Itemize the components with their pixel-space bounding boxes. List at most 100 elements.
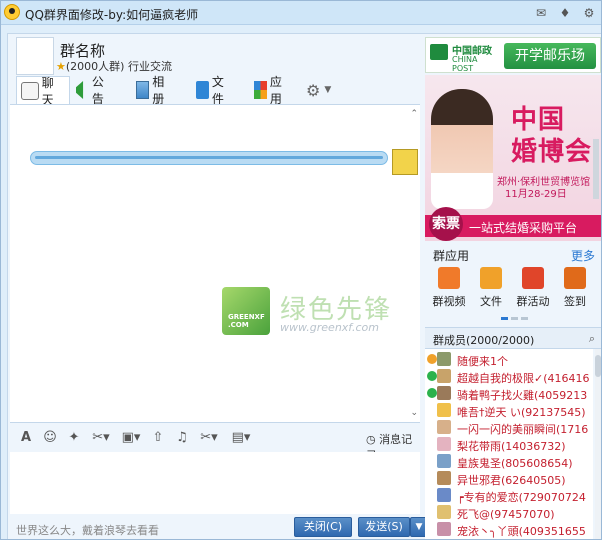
scroll-thumb[interactable] xyxy=(595,355,601,377)
list-item[interactable]: 一闪一闪的美丽瞬间(1716 xyxy=(425,419,593,436)
message-input[interactable] xyxy=(10,452,420,514)
app-label: 签到 xyxy=(564,295,586,308)
video-icon xyxy=(438,267,460,289)
app-label: 群视频 xyxy=(432,295,466,308)
list-item[interactable]: 皇族鬼圣(805608654) xyxy=(425,453,593,470)
list-item[interactable]: 异世邪君(62640505) xyxy=(425,470,593,487)
magic-icon[interactable]: ✦ xyxy=(66,430,82,446)
message-bubble xyxy=(30,151,388,165)
message-area[interactable]: ⌃ GREENXF .COM 绿色先锋 www.greenxf.com ⌄ xyxy=(10,104,420,422)
star-icon: ★ xyxy=(56,60,66,73)
skin-icon[interactable]: ♦ xyxy=(557,5,573,21)
emoji-icon[interactable]: ☺ xyxy=(42,430,58,446)
app-checkin[interactable]: 签到 xyxy=(555,267,595,309)
expo-date: 11月28-29日 xyxy=(505,189,567,200)
member-name: 梨花带雨(14036732) xyxy=(457,440,566,453)
file-icon xyxy=(480,267,502,289)
group-avatar[interactable] xyxy=(16,37,54,75)
group-apps: 群应用 更多 群视频 文件 群活动 签到 xyxy=(425,241,601,325)
list-item[interactable]: 骑着鸭子找火雞(4059213 xyxy=(425,385,593,402)
screenshot-icon[interactable]: ✂▾ xyxy=(88,430,114,446)
tab-chat[interactable]: 聊天 xyxy=(16,76,70,107)
app-file[interactable]: 文件 xyxy=(471,267,511,309)
avatar xyxy=(437,352,451,366)
close-chat-button[interactable]: 关闭(C) xyxy=(294,517,352,537)
tab-label: 相册 xyxy=(152,75,165,106)
title-bar: QQ群界面修改-by:如何逼疯老师 ✉ ♦ ⚙ xyxy=(1,1,601,25)
avatar xyxy=(437,386,451,400)
folder-icon xyxy=(196,81,209,99)
more-tools-icon[interactable]: ▤▾ xyxy=(228,430,254,446)
tab-label: 文件 xyxy=(211,75,224,106)
input-toolbar: A ☺ ✦ ✂▾ ▣▾ ⇧ ♫ ✂▾ ▤▾ ◷ 消息记录 ▼ xyxy=(10,422,420,462)
post-ad-button[interactable]: 开学邮乐场 xyxy=(504,43,596,69)
send-button[interactable]: 发送(S) xyxy=(358,517,410,537)
china-post-ad[interactable]: 中国邮政 CHINA POST 开学邮乐场 xyxy=(425,37,601,73)
list-item[interactable]: 死飞@(97457070) xyxy=(425,504,593,521)
music-icon[interactable]: ♫ xyxy=(174,430,190,446)
owner-icon xyxy=(427,354,437,364)
tab-label: 聊天 xyxy=(41,75,54,107)
scroll-up-icon[interactable]: ⌃ xyxy=(410,109,418,119)
group-subtitle: ★(2000人群) 行业交流 xyxy=(56,58,172,74)
ad-scrollbar[interactable] xyxy=(593,139,599,199)
tab-album[interactable]: 相册 xyxy=(136,75,169,106)
sender-avatar[interactable] xyxy=(392,149,418,175)
expo-title-2: 婚博会 xyxy=(511,137,593,167)
clock-icon: ◷ xyxy=(366,433,376,446)
app-video[interactable]: 群视频 xyxy=(429,267,469,309)
list-item[interactable]: 梨花带雨(14036732) xyxy=(425,436,593,453)
ad-model-image xyxy=(431,89,493,209)
member-list: 随便来1个 超越自我的极限✓(416416 骑着鸭子找火雞(4059213 唯吾… xyxy=(425,349,593,539)
avatar xyxy=(437,420,451,434)
list-item[interactable]: 随便来1个 xyxy=(425,351,593,368)
chat-window: QQ群界面修改-by:如何逼疯老师 ✉ ♦ ⚙ 群名称 ★(2000人群) 行业… xyxy=(0,0,602,540)
avatar xyxy=(437,488,451,502)
list-item[interactable]: ┍专有的爱恋(729070724 xyxy=(425,487,593,504)
wedding-expo-ad[interactable]: 中国 婚博会 郑州·保利世贸博览馆 11月28-29日 索票 一站式结婚采购平台 xyxy=(425,75,601,241)
avatar xyxy=(437,454,451,468)
checkin-icon xyxy=(564,267,586,289)
app-activity[interactable]: 群活动 xyxy=(513,267,553,309)
apps-icon xyxy=(254,81,267,99)
list-item[interactable]: 超越自我的极限✓(416416 xyxy=(425,368,593,385)
list-item[interactable]: 宠㳖丶╮丫頭(409351655 xyxy=(425,521,593,538)
member-name: 皇族鬼圣(805608654) xyxy=(457,457,573,470)
upload-icon[interactable]: ⇧ xyxy=(150,430,166,446)
scroll-down-icon[interactable]: ⌄ xyxy=(410,408,418,418)
member-name: 异世邪君(62640505) xyxy=(457,474,566,487)
settings-icon[interactable]: ⚙ xyxy=(581,5,597,21)
image-icon[interactable]: ▣▾ xyxy=(118,430,144,446)
apps-pager[interactable] xyxy=(501,317,529,321)
status-tip: 世界这么大，戴着浪琴去看看 xyxy=(16,524,159,537)
member-name: 唯吾†逆天 い(92137545) xyxy=(457,406,586,419)
expo-strip: 索票 一站式结婚采购平台 xyxy=(425,207,601,241)
pager-dot[interactable] xyxy=(521,317,528,320)
font-icon[interactable]: A xyxy=(18,430,34,446)
tab-announcement[interactable]: 公告 xyxy=(76,75,109,106)
qq-logo-icon xyxy=(4,4,20,20)
activity-icon xyxy=(522,267,544,289)
tab-files[interactable]: 文件 xyxy=(196,75,229,106)
members-count: 群成员(2000/2000) xyxy=(433,334,535,347)
apps-title: 群应用 xyxy=(433,249,470,263)
member-name: 一闪一闪的美丽瞬间(1716 xyxy=(457,423,589,436)
logo-text: GREENXF .COM xyxy=(228,313,265,329)
members-scrollbar[interactable] xyxy=(595,349,601,539)
tab-apps[interactable]: 应用 xyxy=(254,75,287,106)
pager-dot[interactable] xyxy=(501,317,508,320)
member-name: 超越自我的极限✓(416416 xyxy=(457,372,590,385)
cut-icon[interactable]: ✂▾ xyxy=(196,430,222,446)
settings-gear-icon[interactable]: ⚙ ▼ xyxy=(306,76,331,104)
app-label: 文件 xyxy=(480,295,502,308)
post-name-en: CHINA POST xyxy=(452,55,478,73)
list-item[interactable]: 唯吾†逆天 い(92137545) xyxy=(425,402,593,419)
announcement-icon xyxy=(76,81,84,99)
message-icon[interactable]: ✉ xyxy=(533,5,549,21)
avatar xyxy=(437,471,451,485)
pager-dot[interactable] xyxy=(511,317,518,320)
search-icon[interactable]: ⌕ xyxy=(589,332,595,346)
member-name: 死飞@(97457070) xyxy=(457,508,555,521)
expo-slogan: 一站式结婚采购平台 xyxy=(469,221,578,235)
apps-more-link[interactable]: 更多 xyxy=(571,247,595,264)
